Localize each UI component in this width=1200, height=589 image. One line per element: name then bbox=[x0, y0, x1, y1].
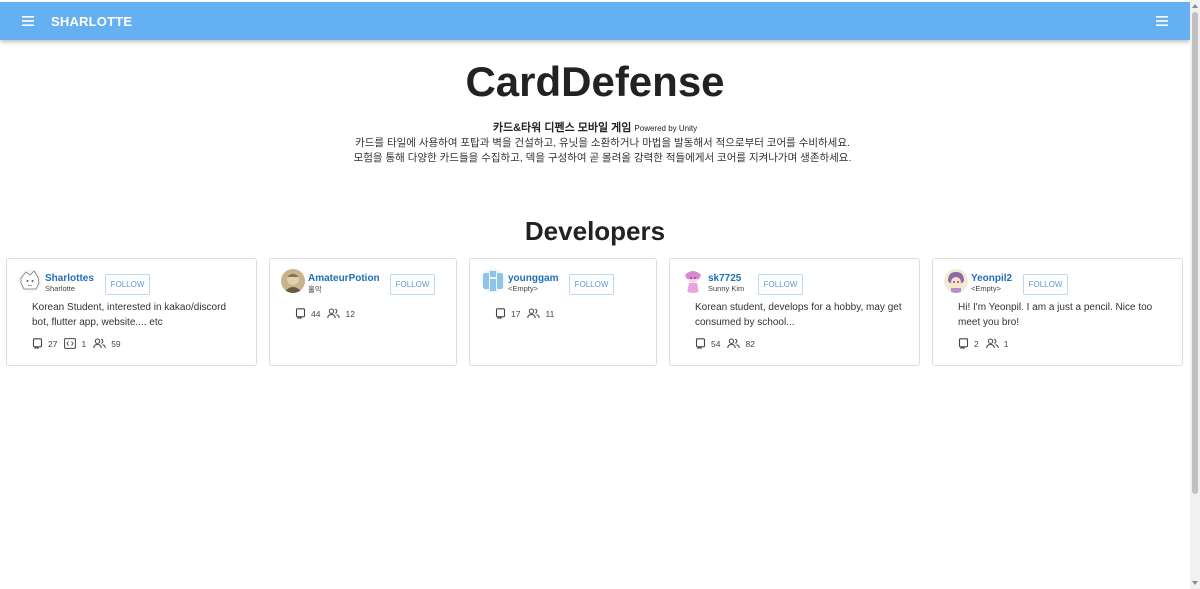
developer-display-name: Sharlotte bbox=[45, 284, 76, 293]
follow-button[interactable]: FOLLOW bbox=[390, 274, 435, 295]
gists-stat[interactable]: 1 bbox=[64, 338, 86, 349]
developer-bio: Korean student, develops for a hobby, ma… bbox=[695, 302, 902, 328]
developer-stats: 2 1 bbox=[958, 338, 1015, 349]
followers-count: 82 bbox=[745, 338, 755, 349]
followers-count: 12 bbox=[345, 308, 355, 319]
subtitle-text: 카드&타워 디펜스 모바일 게임 bbox=[492, 122, 632, 134]
repo-icon bbox=[295, 308, 306, 319]
people-icon bbox=[986, 338, 999, 349]
page-subtitle: 카드&타워 디펜스 모바일 게임 Powered by Unity bbox=[0, 119, 1190, 135]
developer-stats: 54 82 bbox=[695, 338, 762, 349]
avatar[interactable] bbox=[944, 269, 968, 293]
developer-stats: 17 11 bbox=[495, 308, 561, 319]
scrollbar[interactable] bbox=[1190, 0, 1200, 589]
developer-name[interactable]: sk7725 bbox=[708, 273, 741, 284]
avatar[interactable] bbox=[481, 269, 505, 293]
developer-display-name: <Empty> bbox=[971, 284, 1002, 293]
developer-display-name: 홀악 bbox=[308, 285, 322, 294]
follow-button[interactable]: FOLLOW bbox=[1023, 274, 1068, 295]
repos-stat[interactable]: 27 bbox=[32, 338, 57, 349]
developer-card: Yeonpil2 <Empty> FOLLOW Hi! I'm Yeonpil.… bbox=[932, 258, 1183, 366]
follow-button[interactable]: FOLLOW bbox=[569, 274, 614, 295]
scroll-thumb[interactable] bbox=[1192, 12, 1198, 494]
scroll-down-arrow-icon[interactable] bbox=[1192, 581, 1198, 585]
followers-stat[interactable]: 12 bbox=[327, 308, 355, 319]
followers-count: 59 bbox=[111, 338, 121, 349]
description-line-1: 카드를 타일에 사용하여 포탑과 벽을 건설하고, 유닛을 소환하거나 마법을 … bbox=[355, 137, 850, 149]
developer-card: Sharlottes Sharlotte FOLLOW Korean Stude… bbox=[6, 258, 257, 366]
followers-stat[interactable]: 1 bbox=[986, 338, 1009, 349]
repos-stat[interactable]: 54 bbox=[695, 338, 720, 349]
powered-by-text: Powered by Unity bbox=[634, 124, 698, 133]
developers-heading: Developers bbox=[524, 216, 666, 246]
people-icon bbox=[727, 338, 741, 349]
repos-stat[interactable]: 44 bbox=[295, 308, 320, 319]
repos-stat[interactable]: 17 bbox=[495, 308, 520, 319]
followers-stat[interactable]: 59 bbox=[93, 338, 121, 349]
repos-count: 2 bbox=[974, 338, 979, 349]
people-icon bbox=[327, 308, 341, 319]
developer-card: sk7725 Sunny Kim FOLLOW Korean student, … bbox=[669, 258, 920, 366]
follow-button[interactable]: FOLLOW bbox=[105, 274, 150, 295]
menu-icon bbox=[22, 16, 34, 26]
developer-name[interactable]: younggam bbox=[508, 273, 559, 284]
repo-icon bbox=[695, 338, 706, 349]
developer-bio: Hi! I'm Yeonpil. I am a just a pencil. N… bbox=[958, 302, 1153, 328]
app-bar: SHARLOTTE bbox=[0, 2, 1190, 40]
repos-stat[interactable]: 2 bbox=[958, 338, 979, 349]
people-icon bbox=[527, 308, 541, 319]
repo-icon bbox=[32, 338, 43, 349]
avatar[interactable] bbox=[18, 269, 42, 293]
follow-button[interactable]: FOLLOW bbox=[758, 274, 803, 295]
repos-count: 54 bbox=[711, 338, 721, 349]
followers-stat[interactable]: 82 bbox=[727, 338, 755, 349]
developer-card: AmateurPotion 홀악 FOLLOW 44 12 bbox=[269, 258, 457, 366]
menu-button[interactable] bbox=[9, 2, 47, 40]
scroll-up-arrow-icon[interactable] bbox=[1192, 4, 1198, 8]
repo-icon bbox=[495, 308, 506, 319]
people-icon bbox=[93, 338, 106, 349]
right-menu-button[interactable] bbox=[1143, 2, 1181, 40]
app-title[interactable]: SHARLOTTE bbox=[51, 14, 132, 29]
avatar[interactable] bbox=[681, 269, 705, 293]
followers-count: 11 bbox=[545, 308, 555, 319]
menu-icon bbox=[1156, 16, 1168, 26]
developer-card: younggam <Empty> FOLLOW 17 11 bbox=[469, 258, 657, 366]
avatar[interactable] bbox=[281, 269, 305, 293]
repos-count: 27 bbox=[48, 338, 58, 349]
repos-count: 17 bbox=[511, 308, 521, 319]
repo-icon bbox=[958, 338, 969, 349]
developer-name[interactable]: Yeonpil2 bbox=[971, 273, 1012, 284]
gists-count: 1 bbox=[81, 338, 87, 349]
code-icon bbox=[64, 338, 77, 349]
developer-display-name: Sunny Kim bbox=[708, 284, 745, 293]
developer-bio: Korean Student, interested in kakao/disc… bbox=[32, 302, 227, 328]
followers-stat[interactable]: 11 bbox=[527, 308, 554, 319]
page-title: CardDefense bbox=[465, 58, 725, 105]
followers-count: 1 bbox=[1003, 338, 1009, 349]
developer-stats: 44 12 bbox=[295, 308, 362, 319]
developer-name[interactable]: AmateurPotion bbox=[308, 273, 380, 284]
description-line-2: 모험을 통해 다양한 카드들을 수집하고, 덱을 구성하여 곧 몰려올 강력한 … bbox=[353, 152, 852, 164]
developer-stats: 27 1 59 bbox=[32, 338, 128, 349]
developer-display-name: <Empty> bbox=[508, 284, 539, 293]
developer-name[interactable]: Sharlottes bbox=[45, 273, 94, 284]
repos-count: 44 bbox=[311, 308, 321, 319]
